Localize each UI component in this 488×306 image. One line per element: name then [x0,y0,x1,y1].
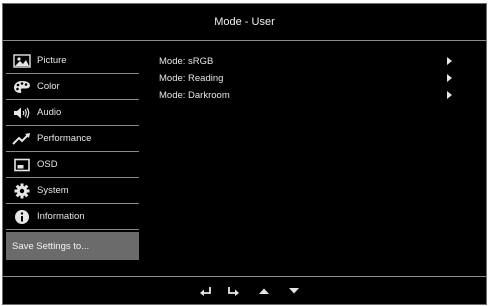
mode-item-label: Mode: Reading [159,73,224,84]
sidebar-item-label: Save Settings to... [12,240,90,252]
chevron-right-icon [447,91,452,99]
menu-title: Mode - User [3,4,486,41]
sidebar-item-color[interactable]: Color [6,74,139,100]
speaker-icon [12,105,32,121]
sidebar-item-osd[interactable]: OSD [6,152,139,178]
sidebar-item-information[interactable]: Information [6,204,139,230]
chevron-right-icon [447,57,452,65]
picture-icon [12,53,32,69]
mode-item-darkroom[interactable]: Mode: Darkroom [159,87,459,104]
back-icon[interactable] [198,285,212,297]
mode-list: Mode: sRGB Mode: Reading Mode: Darkroom [159,53,459,104]
up-arrow-icon[interactable] [257,285,271,297]
osd-icon [12,157,32,173]
sidebar-item-audio[interactable]: Audio [6,100,139,126]
sidebar: Picture Color Audio Performance OSD Syst… [6,48,139,260]
sidebar-item-label: Performance [37,133,92,144]
mode-item-label: Mode: sRGB [159,56,214,67]
trend-icon [12,131,32,147]
gear-icon [12,183,32,199]
chevron-right-icon [447,74,452,82]
enter-icon[interactable] [227,285,241,297]
down-arrow-icon[interactable] [287,285,301,297]
palette-icon [12,79,32,95]
sidebar-item-save-settings[interactable]: Save Settings to... [6,232,139,260]
mode-item-srgb[interactable]: Mode: sRGB [159,53,459,70]
sidebar-item-system[interactable]: System [6,178,139,204]
mode-item-reading[interactable]: Mode: Reading [159,70,459,87]
sidebar-item-label: Audio [37,107,62,118]
mode-item-label: Mode: Darkroom [159,90,230,101]
sidebar-item-label: OSD [37,159,58,170]
sidebar-item-label: Information [37,211,85,222]
sidebar-item-label: Picture [37,55,67,66]
sidebar-item-performance[interactable]: Performance [6,126,139,152]
sidebar-item-label: Color [37,81,60,92]
info-icon [12,209,32,225]
navigation-bar [3,276,486,304]
sidebar-item-picture[interactable]: Picture [6,48,139,74]
osd-menu: Mode - User Picture Color Audio Performa… [2,3,487,305]
sidebar-item-label: System [37,185,69,196]
